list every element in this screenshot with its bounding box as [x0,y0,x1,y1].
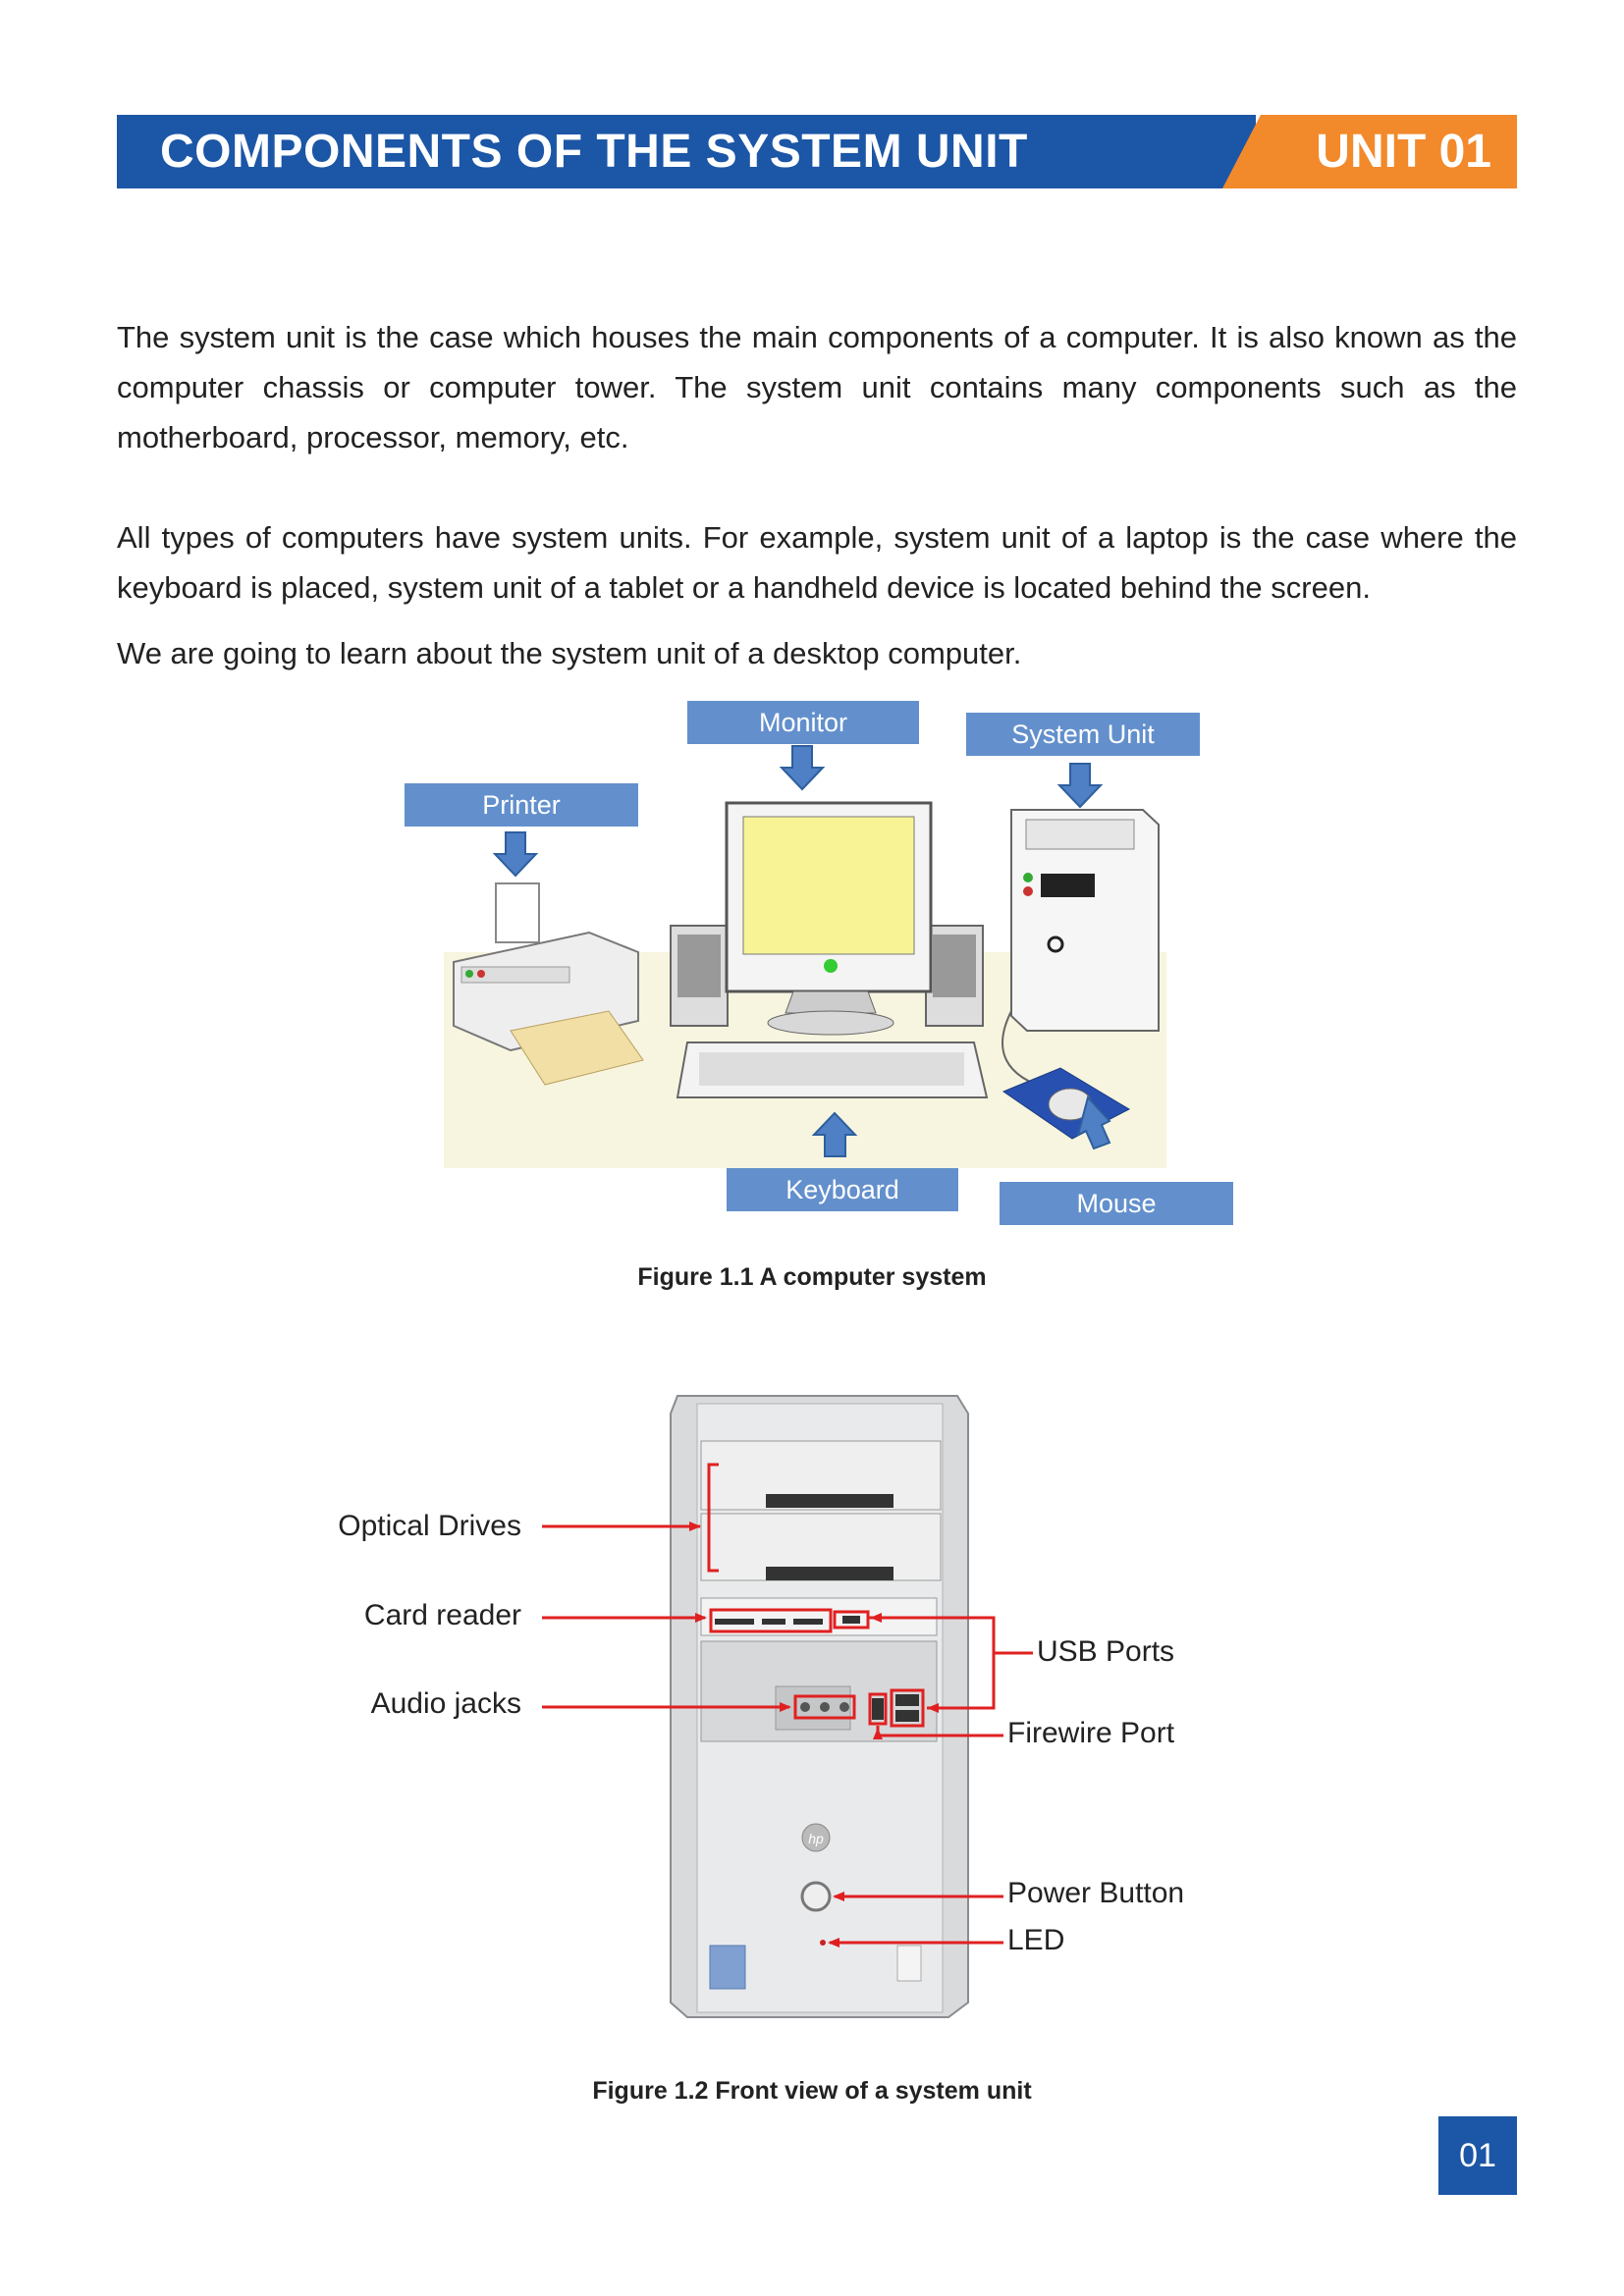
figure-1-caption: Figure 1.1 A computer system [637,1263,987,1291]
power-button-callout: Power Button [1007,1877,1185,1909]
audio-jacks-callout: Audio jacks [370,1687,521,1720]
optical-drives-callout: Optical Drives [338,1510,521,1542]
printer-arrow [492,831,539,878]
system-unit-arrow [1056,763,1104,809]
sticker-right [896,1945,922,1982]
speaker-right [925,925,984,1027]
system-unit-front-illustration: hp [542,1395,1033,2018]
system-units-paragraph: All types of computers have system units… [117,520,1517,605]
computer-system-illustration [444,745,1166,1168]
svg-text:hp: hp [808,1831,824,1846]
intro-paragraph: The system unit is the case which houses… [117,320,1517,454]
sticker-left [709,1945,746,1990]
figure-2-caption: Figure 1.2 Front view of a system unit [592,2077,1032,2105]
mouse-label: Mouse [1000,1182,1233,1225]
monitor-arrow [779,745,826,791]
keyboard-label: Keyboard [727,1168,958,1211]
power-button [800,1881,832,1912]
speaker-left [670,925,729,1027]
system-unit-label: System Unit [966,713,1200,756]
page-title: COMPONENTS OF THE SYSTEM UNIT [160,126,1028,178]
unit-label: UNIT 01 [1316,126,1491,178]
card-reader-callout: Card reader [363,1599,521,1631]
keyboard-illustration [676,1041,989,1098]
monitor-label: Monitor [687,701,919,744]
usb-ports-callout: USB Ports [1037,1635,1175,1668]
led-callout: LED [1007,1924,1065,1956]
system-unit-illustration [1010,809,1160,1032]
page-header: COMPONENTS OF THE SYSTEM UNIT UNIT 01 [117,115,1517,188]
firewire-port-callout: Firewire Port [1007,1717,1175,1749]
computer-system-figure: Monitor System Unit Printer Keyboard Mou… [0,687,1624,1237]
printer-label: Printer [405,783,638,827]
page-number: 01 [1438,2116,1517,2195]
system-unit-front-figure: hp Optical Drives Card reader Audio jack… [0,1374,1624,2042]
led-indicator [820,1940,826,1946]
desktop-paragraph: We are going to learn about the system u… [117,636,1022,670]
